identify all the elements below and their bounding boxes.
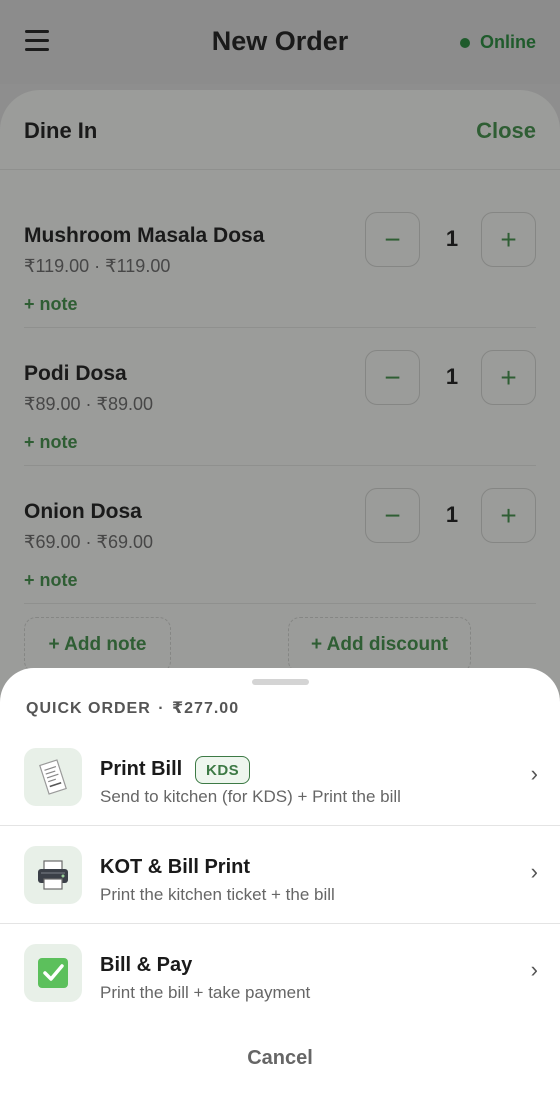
online-status-label: Online — [479, 32, 536, 52]
order-item: Onion Dosa ₹69.00 · ₹69.00 + note − 1 + — [24, 466, 536, 604]
chevron-right-icon: › — [530, 957, 538, 982]
sheet-drag-handle[interactable] — [252, 679, 309, 685]
sheet-title-separator: · — [158, 700, 165, 717]
sheet-title: QUICK ORDER · ₹277.00 — [26, 698, 239, 718]
print-bill-title: Print Bill — [100, 758, 183, 780]
chevron-right-icon: › — [530, 761, 538, 786]
bill-pay-subtitle: Print the bill + take payment — [100, 983, 311, 1002]
order-item: Podi Dosa ₹89.00 · ₹89.00 + note − 1 + — [24, 328, 536, 466]
item-name: Podi Dosa — [24, 362, 127, 385]
order-total: ₹277.00 — [172, 700, 240, 717]
kds-badge: KDS — [195, 756, 251, 784]
status-dot-icon — [459, 37, 470, 48]
add-item-note-button[interactable]: + note — [24, 432, 78, 453]
item-quantity: 1 — [445, 226, 459, 251]
order-item: Mushroom Masala Dosa ₹119.00 · ₹119.00 +… — [24, 190, 536, 328]
add-item-note-button[interactable]: + note — [24, 294, 78, 315]
online-status: Online — [459, 32, 536, 53]
kot-bill-print-title: KOT & Bill Print — [100, 856, 250, 878]
sheet-title-label: QUICK ORDER — [26, 700, 151, 717]
decrease-qty-button[interactable]: − — [365, 488, 420, 543]
item-price: ₹69.00 · ₹69.00 — [24, 532, 153, 552]
close-button[interactable]: Close — [476, 118, 536, 144]
bill-pay-option[interactable]: Bill & Pay Print the bill + take payment… — [0, 924, 560, 1022]
item-quantity: 1 — [445, 502, 459, 527]
print-bill-subtitle: Send to kitchen (for KDS) + Print the bi… — [100, 787, 401, 806]
decrease-qty-button[interactable]: − — [365, 212, 420, 267]
increase-qty-button[interactable]: + — [481, 212, 536, 267]
chevron-right-icon: › — [530, 859, 538, 884]
cancel-button[interactable]: Cancel — [0, 1047, 560, 1070]
add-item-note-button[interactable]: + note — [24, 570, 78, 591]
kot-bill-print-option[interactable]: KOT & Bill Print Print the kitchen ticke… — [0, 826, 560, 924]
quick-order-sheet: QUICK ORDER · ₹277.00 Print Bill KDS Sen… — [0, 668, 560, 1096]
bill-pay-title: Bill & Pay — [100, 954, 193, 976]
item-quantity: 1 — [445, 364, 459, 389]
item-price: ₹89.00 · ₹89.00 — [24, 394, 153, 414]
top-bar: New Order Online — [0, 0, 560, 84]
add-order-note-button[interactable]: + Add note — [24, 617, 171, 673]
item-price: ₹119.00 · ₹119.00 — [24, 256, 171, 276]
increase-qty-button[interactable]: + — [481, 488, 536, 543]
print-bill-option[interactable]: Print Bill KDS Send to kitchen (for KDS)… — [0, 728, 560, 826]
receipt-icon — [24, 748, 82, 806]
printer-icon — [24, 846, 82, 904]
item-name: Onion Dosa — [24, 500, 142, 523]
check-icon — [24, 944, 82, 1002]
order-panel-header: Dine In Close — [0, 90, 560, 170]
increase-qty-button[interactable]: + — [481, 350, 536, 405]
item-name: Mushroom Masala Dosa — [24, 224, 265, 247]
decrease-qty-button[interactable]: − — [365, 350, 420, 405]
kot-bill-print-subtitle: Print the kitchen ticket + the bill — [100, 885, 335, 904]
order-mode-label: Dine In — [24, 118, 98, 143]
add-discount-button[interactable]: + Add discount — [288, 617, 471, 673]
